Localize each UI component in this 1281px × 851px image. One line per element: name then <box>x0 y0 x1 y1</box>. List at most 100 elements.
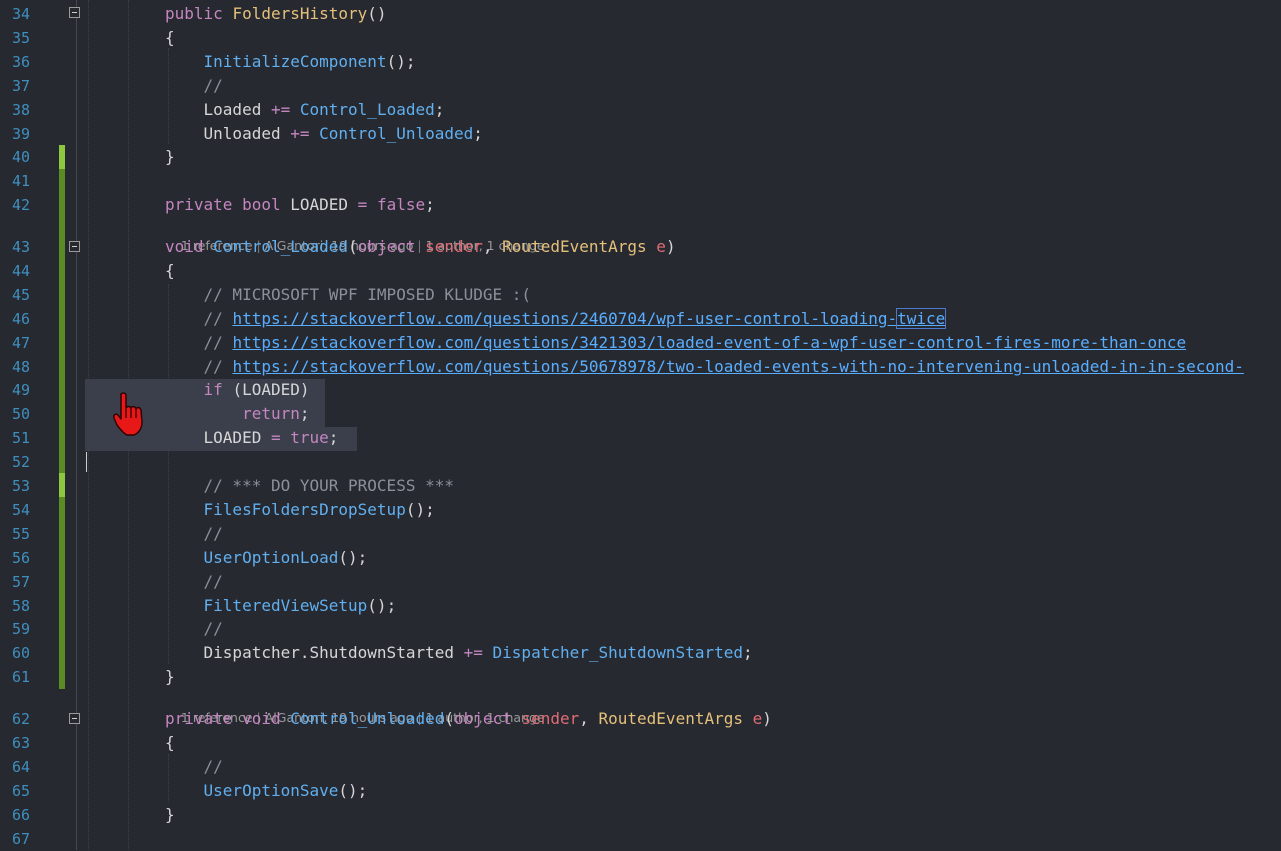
code-token: // <box>203 356 233 376</box>
code-token: private <box>165 195 243 215</box>
code-line[interactable]: Loaded += Control_Loaded; <box>165 98 445 122</box>
line-number: 61 <box>11 668 30 687</box>
line-number: 47 <box>11 333 30 352</box>
code-line[interactable]: UserOptionSave(); <box>165 779 368 803</box>
code-token: FoldersHistory <box>232 4 368 23</box>
code-line[interactable]: { <box>165 731 175 755</box>
fold-toggle-icon[interactable] <box>69 241 80 252</box>
code-line[interactable]: UserOptionLoad(); <box>165 546 368 570</box>
code-token: , <box>482 237 503 256</box>
code-token: if <box>203 380 233 400</box>
code-token: // <box>203 571 223 591</box>
code-link[interactable]: twice <box>896 307 947 329</box>
code-token: LOADED <box>290 195 358 215</box>
code-token: // <box>203 332 233 352</box>
code-token: e <box>752 709 763 728</box>
code-token: (); <box>338 547 368 567</box>
code-token: } <box>165 667 175 687</box>
code-token: // <box>203 523 223 543</box>
code-line[interactable]: if (LOADED) <box>165 378 310 402</box>
line-number: 43 <box>11 238 30 256</box>
code-line[interactable]: // https://stackoverflow.com/questions/2… <box>165 307 947 331</box>
code-token: ; <box>473 123 483 143</box>
code-line[interactable]: // https://stackoverflow.com/questions/3… <box>165 331 1187 355</box>
code-token: ; <box>299 404 310 424</box>
line-number: 50 <box>11 405 30 424</box>
code-line[interactable]: { <box>165 259 175 283</box>
code-link[interactable]: https://stackoverflow.com/questions/2460… <box>232 309 897 328</box>
code-token: RoutedEventArgs <box>502 237 657 256</box>
change-marker <box>59 145 65 169</box>
line-number: 54 <box>11 500 30 519</box>
line-number: 55 <box>11 524 30 543</box>
code-line[interactable]: } <box>165 665 175 689</box>
code-line[interactable]: Unloaded += Control_Unloaded; <box>165 122 483 146</box>
code-link[interactable]: https://stackoverflow.com/questions/5067… <box>232 357 1243 376</box>
text-caret <box>86 452 87 472</box>
code-line[interactable]: } <box>165 803 175 827</box>
fold-toggle-icon[interactable] <box>69 713 80 724</box>
code-line[interactable]: // *** DO YOUR PROCESS *** <box>165 474 454 498</box>
code-line[interactable]: return; <box>165 402 310 426</box>
code-token: object <box>357 237 426 256</box>
code-line[interactable]: void Control_Loaded(object sender, Route… <box>165 235 676 259</box>
code-line[interactable]: { <box>165 26 175 50</box>
codelens-control-loaded[interactable]: 1 reference | AlGantori, 19 hours ago | 1 au… <box>165 216 545 253</box>
code-link[interactable]: https://stackoverflow.com/questions/3421… <box>232 333 1186 352</box>
code-line[interactable]: FilteredViewSetup(); <box>165 594 397 618</box>
line-number: 48 <box>11 357 30 376</box>
code-token: ; <box>434 99 445 119</box>
line-number: 53 <box>11 477 30 495</box>
code-line[interactable]: Dispatcher.ShutdownStarted += Dispatcher… <box>165 641 753 665</box>
code-token: ; <box>425 195 435 215</box>
change-marker <box>59 497 65 689</box>
code-token: += <box>463 643 483 663</box>
code-line[interactable]: // <box>165 617 223 641</box>
line-number: 40 <box>11 148 30 167</box>
line-number: 57 <box>11 572 30 591</box>
code-line[interactable]: } <box>165 145 175 169</box>
line-number: 60 <box>11 644 30 663</box>
code-line[interactable]: // <box>165 570 223 594</box>
code-token: // <box>203 308 233 328</box>
code-line[interactable]: FilesFoldersDropSetup(); <box>165 498 435 522</box>
line-number: 44 <box>11 261 30 280</box>
fold-toggle-icon[interactable] <box>69 7 80 18</box>
code-token: Dispatcher.ShutdownStarted <box>165 643 464 663</box>
line-number: 42 <box>11 196 30 215</box>
code-line[interactable]: LOADED = true; <box>165 426 339 450</box>
code-line[interactable]: private void Control_Unloaded(object sen… <box>165 707 772 731</box>
line-number: 52 <box>11 453 30 472</box>
code-token: = <box>270 428 291 448</box>
code-token: Control_Unloaded <box>290 709 445 728</box>
code-editor[interactable]: 1 reference | AlGantori, 19 hours ago | 1 au… <box>0 0 1281 850</box>
codelens-control-unloaded[interactable]: 1 reference | AlGantori, 19 hours ago | 1 au… <box>165 688 545 725</box>
code-token: (LOADED) <box>232 380 310 400</box>
code-line[interactable]: // MICROSOFT WPF IMPOSED KLUDGE :( <box>165 283 532 307</box>
code-line[interactable]: public FoldersHistory() <box>165 2 387 26</box>
code-token: void <box>165 237 214 256</box>
code-token: Loaded <box>165 99 271 119</box>
code-token: true <box>290 428 329 448</box>
code-token: object <box>454 709 522 728</box>
code-token: () <box>367 4 387 23</box>
line-number: 59 <box>11 620 30 639</box>
code-line[interactable]: // <box>165 74 223 98</box>
code-line[interactable]: // https://stackoverflow.com/questions/5… <box>165 355 1244 379</box>
code-line[interactable]: private bool LOADED = false; <box>165 193 435 217</box>
line-number: 41 <box>11 172 30 191</box>
code-token: RoutedEventArgs <box>598 709 753 728</box>
code-line[interactable]: // <box>165 755 223 779</box>
code-token: UserOptionLoad <box>203 547 339 567</box>
code-line[interactable]: InitializeComponent(); <box>165 50 416 74</box>
code-line[interactable]: // <box>165 522 223 546</box>
line-number: 64 <box>11 757 30 776</box>
